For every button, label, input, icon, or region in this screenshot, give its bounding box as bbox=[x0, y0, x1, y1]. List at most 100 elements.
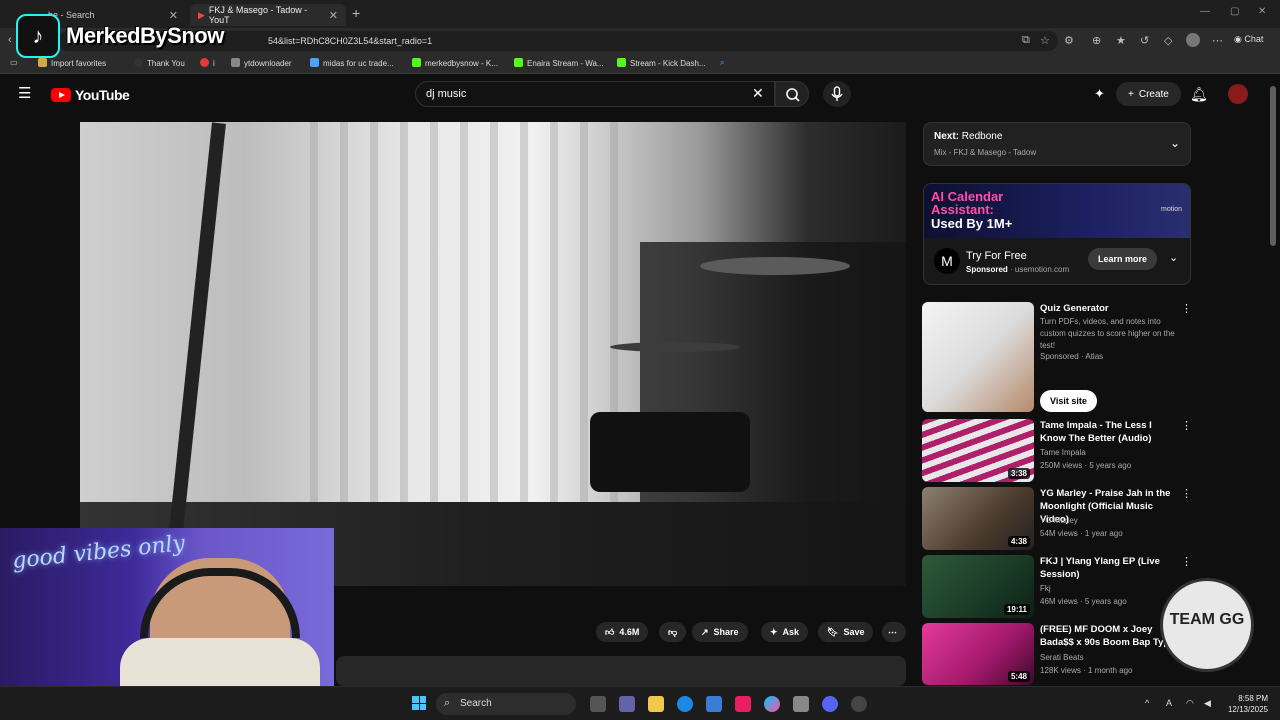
favorite-ytdownloader[interactable]: ytdownloader bbox=[231, 58, 292, 68]
volume-icon[interactable]: ◀ bbox=[1204, 698, 1211, 709]
chevron-down-icon[interactable]: ⌄ bbox=[1169, 251, 1178, 264]
video-frame-detail bbox=[430, 122, 438, 502]
app-icon[interactable] bbox=[735, 696, 751, 712]
search-button[interactable] bbox=[775, 81, 809, 107]
minimize-icon[interactable]: — bbox=[1200, 6, 1210, 17]
kick-icon bbox=[412, 58, 421, 67]
video-title[interactable]: Tame Impala - The Less I Know The Better… bbox=[1040, 419, 1180, 445]
sidebar-video-item[interactable]: 19:11 FKJ | Ylang Ylang EP (Live Session… bbox=[922, 555, 1192, 619]
share-button[interactable]: ↗ Share bbox=[692, 622, 748, 642]
edge-browser-icon[interactable] bbox=[677, 696, 693, 712]
streamer-hoodie bbox=[120, 638, 320, 686]
teams-icon[interactable] bbox=[619, 696, 635, 712]
video-thumbnail[interactable]: 5:48 bbox=[922, 623, 1034, 685]
description-box[interactable] bbox=[336, 656, 906, 686]
sidebar-video-item[interactable]: 3:38 Tame Impala - The Less I Know The B… bbox=[922, 419, 1192, 483]
save-button[interactable]: 🔖︎ Save bbox=[818, 622, 874, 642]
tiktok-logo-icon: ♪ bbox=[16, 14, 60, 58]
split-screen-icon[interactable]: ⧉ bbox=[1022, 34, 1030, 47]
motion-logo-icon: M bbox=[934, 248, 960, 274]
favorite-enaira-stream[interactable]: Enaira Stream - Wa... bbox=[514, 58, 604, 68]
microsoft-store-icon[interactable] bbox=[706, 696, 722, 712]
video-meta: 128K views · 1 month ago bbox=[1040, 666, 1133, 675]
task-view-icon[interactable] bbox=[590, 696, 606, 712]
more-vert-icon[interactable]: ⋮ bbox=[1181, 487, 1192, 500]
more-icon: ⋯ bbox=[888, 626, 897, 637]
video-title[interactable]: Quiz Generator bbox=[1040, 302, 1180, 315]
video-thumbnail[interactable]: 19:11 bbox=[922, 555, 1034, 618]
browser-essentials-icon[interactable]: ◇ bbox=[1164, 34, 1172, 47]
favorite-label: Enaira Stream - Wa... bbox=[527, 59, 604, 68]
file-explorer-icon[interactable] bbox=[648, 696, 664, 712]
window-close-icon[interactable]: ✕ bbox=[1258, 6, 1266, 17]
close-icon[interactable]: ✕ bbox=[329, 9, 338, 22]
back-icon[interactable]: ‹ bbox=[8, 34, 12, 46]
new-tab-icon[interactable]: + bbox=[352, 5, 360, 21]
video-frame-detail bbox=[490, 122, 498, 502]
more-menu-icon[interactable]: ⋯ bbox=[1212, 34, 1223, 47]
ask-button[interactable]: ✦ Ask bbox=[761, 622, 809, 642]
share-icon: ↗ bbox=[701, 626, 709, 637]
more-vert-icon[interactable]: ⋮ bbox=[1181, 555, 1192, 568]
like-button[interactable]: 👍︎ 4.6M bbox=[596, 622, 649, 642]
video-thumbnail[interactable] bbox=[922, 302, 1034, 412]
favorite-merkedbysnow-kick[interactable]: merkedbysnow - K... bbox=[412, 58, 498, 68]
copilot-icon[interactable] bbox=[764, 696, 780, 712]
youtube-logo[interactable]: YouTube bbox=[51, 87, 130, 103]
create-button[interactable]: + Create bbox=[1116, 82, 1181, 106]
more-vert-icon[interactable]: ⋮ bbox=[1181, 302, 1192, 315]
create-label: Create bbox=[1138, 88, 1169, 100]
studio-icon[interactable]: ✦ bbox=[1094, 86, 1105, 102]
search-icon bbox=[786, 88, 800, 102]
copilot-chat-button[interactable]: ◉ Chat bbox=[1234, 34, 1263, 45]
maximize-icon[interactable]: ▢ bbox=[1230, 6, 1239, 17]
favorites-icon[interactable]: ★ bbox=[1116, 34, 1126, 47]
video-thumbnail[interactable]: 3:38 bbox=[922, 419, 1034, 482]
search-icon[interactable]: ⌕ bbox=[720, 58, 724, 68]
playlist-next-panel[interactable]: Next: Redbone Mix - FKJ & Masego - Tadow… bbox=[923, 122, 1191, 166]
chevron-down-icon[interactable]: ⌄ bbox=[1170, 136, 1180, 150]
dislike-button[interactable]: 👎︎ bbox=[659, 622, 687, 642]
search-input[interactable]: dj music bbox=[415, 81, 775, 107]
obs-icon[interactable] bbox=[851, 696, 867, 712]
tiktok-username: MerkedBySnow bbox=[66, 23, 224, 48]
favorite-star-icon[interactable]: ☆ bbox=[1040, 34, 1050, 47]
extensions-icon[interactable]: ⚙ bbox=[1064, 34, 1074, 47]
chevron-up-icon[interactable]: ^ bbox=[1145, 698, 1149, 708]
language-icon[interactable]: A bbox=[1166, 698, 1172, 708]
wifi-icon[interactable]: ◠ bbox=[1186, 698, 1194, 709]
video-duration: 4:38 bbox=[1007, 536, 1030, 547]
sidebar-video-item[interactable]: 5:48 (FREE) MF DOOM x Joey Bada$$ x 90s … bbox=[922, 623, 1192, 685]
discord-icon[interactable] bbox=[822, 696, 838, 712]
learn-more-button[interactable]: Learn more bbox=[1088, 248, 1158, 270]
voice-search-button[interactable] bbox=[823, 81, 851, 107]
video-player[interactable] bbox=[80, 122, 906, 586]
profile-avatar[interactable] bbox=[1186, 33, 1200, 47]
collections-icon[interactable]: ⊕ bbox=[1092, 34, 1101, 47]
more-actions-button[interactable]: ⋯ bbox=[882, 622, 906, 642]
taskbar-search[interactable]: ⌕ Search bbox=[436, 693, 576, 715]
settings-gear-icon[interactable] bbox=[793, 696, 809, 712]
clock-time: 8:58 PM bbox=[1238, 694, 1268, 703]
video-title[interactable]: (FREE) MF DOOM x Joey Bada$$ x 90s Boom … bbox=[1040, 623, 1180, 649]
scrollbar-thumb[interactable] bbox=[1270, 86, 1276, 246]
video-meta: 54M views · 1 year ago bbox=[1040, 529, 1123, 538]
sidebar-video-item[interactable]: 4:38 YG Marley - Praise Jah in the Moonl… bbox=[922, 487, 1192, 551]
account-avatar[interactable] bbox=[1228, 84, 1248, 104]
more-vert-icon[interactable]: ⋮ bbox=[1181, 419, 1192, 432]
system-clock[interactable]: 8:58 PM 12/13/2025 bbox=[1224, 693, 1268, 715]
sponsored-ad-card[interactable]: AI Calendar Assistant: Used By 1M+ motio… bbox=[923, 183, 1191, 285]
clear-search-icon[interactable]: ✕ bbox=[752, 85, 764, 102]
next-title: Next: Redbone bbox=[934, 131, 1003, 142]
youtube-header: ☰ YouTube dj music ✕ ✦ + Create 🔔︎ bbox=[0, 76, 1268, 114]
notifications-bell-icon[interactable]: 🔔︎ bbox=[1190, 86, 1208, 103]
ad-sponsor-line: Sponsored · usemotion.com bbox=[966, 265, 1070, 274]
hamburger-menu-icon[interactable]: ☰ bbox=[18, 86, 34, 101]
video-thumbnail[interactable]: 4:38 bbox=[922, 487, 1034, 550]
visit-site-button[interactable]: Visit site bbox=[1040, 390, 1097, 412]
favorite-midas[interactable]: midas for uc trade... bbox=[310, 58, 394, 68]
video-title[interactable]: FKJ | Ylang Ylang EP (Live Session) bbox=[1040, 555, 1180, 581]
history-icon[interactable]: ↺ bbox=[1140, 34, 1149, 47]
windows-start-icon[interactable] bbox=[412, 696, 426, 710]
favorite-kick-dashboard[interactable]: Stream - Kick Dash... bbox=[617, 58, 706, 68]
